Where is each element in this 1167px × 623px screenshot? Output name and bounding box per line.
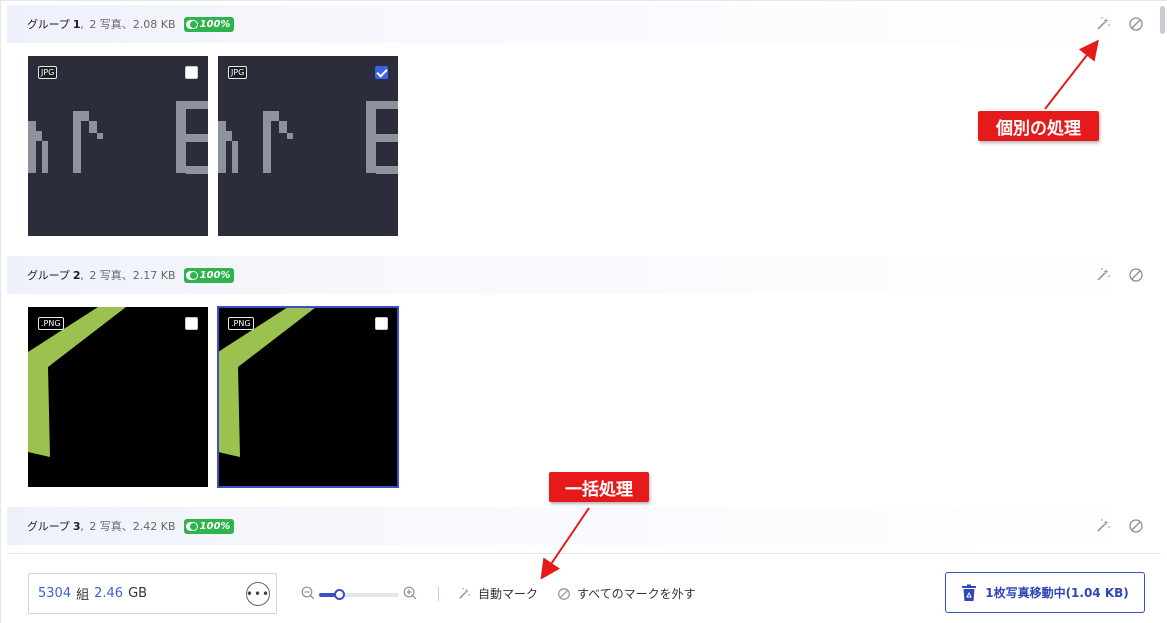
group-header-2: グループ 2, 2 写真、2.17 KB 100%: [7, 256, 1155, 294]
unmark-all-button[interactable]: すべてのマークを外す: [557, 585, 696, 602]
photo-image: [218, 56, 398, 236]
ban-icon[interactable]: [1128, 267, 1144, 283]
groups-unit: 組: [76, 588, 90, 603]
toggle-icon: [185, 19, 198, 29]
callout-batch: 一括処理: [549, 472, 649, 502]
photo-checkbox[interactable]: [185, 66, 198, 79]
group-header-3: グループ 3, 2 写真、2.42 KB 100%: [7, 507, 1155, 545]
auto-mark-label: 自動マーク: [478, 587, 539, 601]
total-size: 2.46: [94, 586, 124, 601]
auto-mark-button[interactable]: 自動マーク: [457, 585, 538, 602]
group-title: グループ 3: [27, 520, 81, 533]
toggle-icon: [185, 270, 198, 280]
magic-wand-icon: [457, 587, 471, 601]
group-header-1: グループ 1, 2 写真、2.08 KB 100%: [7, 5, 1155, 43]
similarity-badge: 100%: [183, 16, 235, 32]
scrollbar-thumb[interactable]: [1160, 6, 1165, 34]
file-format-tag: JPG: [38, 66, 58, 79]
photo-checkbox[interactable]: [375, 317, 388, 330]
group-title: グループ 2: [27, 269, 81, 282]
group-meta: 2 写真、2.42 KB: [89, 520, 176, 533]
file-format-tag: .PNG: [38, 317, 64, 330]
photo-checkbox[interactable]: [185, 317, 198, 330]
toggle-icon: [185, 521, 198, 531]
group-title: グループ 1: [27, 18, 81, 31]
ban-icon[interactable]: [1128, 518, 1144, 534]
photo-image: [28, 56, 208, 236]
photo-thumbnail[interactable]: .PNG: [28, 307, 208, 487]
photo-thumbnail[interactable]: JPG: [218, 56, 398, 236]
zoom-slider[interactable]: [319, 588, 399, 600]
ellipsis-icon[interactable]: •••: [246, 582, 270, 606]
zoom-out-icon[interactable]: [301, 585, 315, 604]
duplicate-photo-results: グループ 1, 2 写真、2.08 KB 100% JPG JPG グループ 2…: [0, 0, 1167, 623]
move-button-label: 1枚写真移動中(1.04 KB): [985, 586, 1129, 600]
footer-toolbar: 5304 組 2.46 GB ••• 自動マーク すべてのマークを外す 1枚写真…: [7, 553, 1161, 623]
magic-wand-icon[interactable]: [1095, 16, 1111, 32]
photo-image: [218, 307, 398, 487]
toolbar-divider: [438, 587, 439, 601]
ban-icon[interactable]: [1128, 16, 1144, 32]
photo-checkbox-checked[interactable]: [375, 66, 388, 79]
file-format-tag: .PNG: [228, 317, 254, 330]
groups-count: 5304: [38, 586, 72, 601]
magic-wand-icon[interactable]: [1095, 518, 1111, 534]
size-unit: GB: [128, 586, 148, 601]
photo-thumbnail[interactable]: JPG: [28, 56, 208, 236]
unmark-all-label: すべてのマークを外す: [577, 587, 696, 601]
file-format-tag: JPG: [228, 66, 248, 79]
callout-arrow: [1044, 39, 1099, 110]
photo-image: [28, 307, 208, 487]
group-meta: 2 写真、2.08 KB: [89, 18, 176, 31]
recycle-bin-icon: [961, 584, 977, 602]
ban-icon: [557, 587, 571, 601]
callout-individual: 個別の処理: [978, 111, 1099, 141]
move-photos-button[interactable]: 1枚写真移動中(1.04 KB): [945, 572, 1145, 613]
magic-wand-icon[interactable]: [1095, 267, 1111, 283]
stats-box: 5304 組 2.46 GB •••: [28, 573, 277, 614]
zoom-in-icon[interactable]: [403, 585, 417, 604]
group-meta: 2 写真、2.17 KB: [89, 269, 176, 282]
similarity-badge: 100%: [183, 267, 235, 283]
similarity-badge: 100%: [183, 518, 235, 534]
zoom-control: [301, 585, 417, 604]
photo-thumbnail-selected[interactable]: .PNG: [217, 306, 399, 488]
zoom-slider-knob[interactable]: [334, 588, 345, 600]
